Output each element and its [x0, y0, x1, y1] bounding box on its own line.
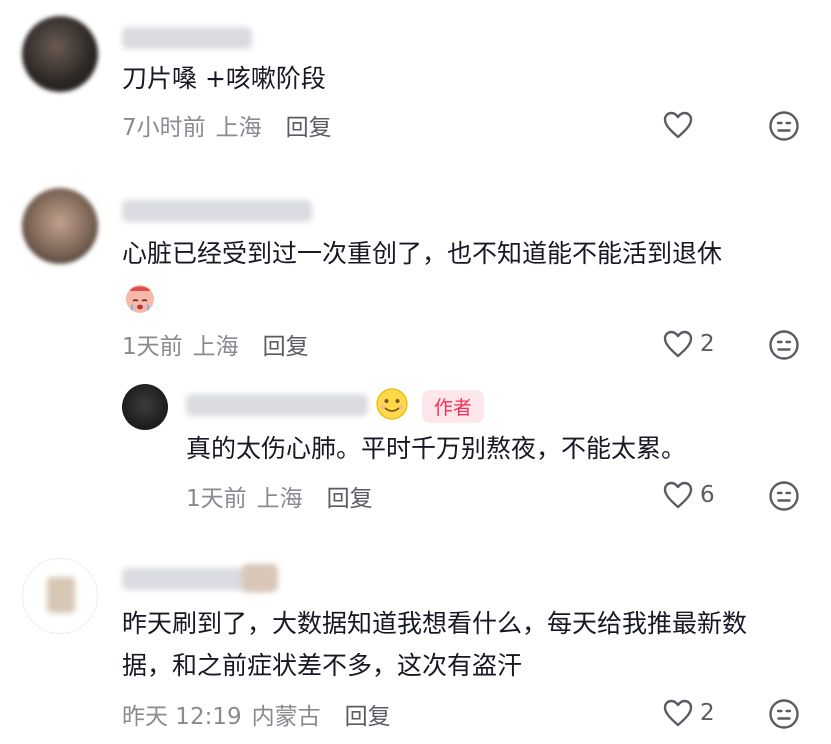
crying-face-emoji — [122, 280, 158, 320]
heart-outline-icon — [662, 480, 694, 510]
like-button[interactable]: 6 — [662, 480, 715, 510]
comment-location: 内蒙古 — [251, 704, 321, 730]
meh-face-icon[interactable] — [768, 329, 800, 361]
username[interactable] — [122, 27, 252, 49]
username[interactable] — [186, 394, 368, 416]
reply-meta: 1天前 上海 回复 — [186, 479, 373, 513]
reply-text: 真的太伤心肺。平时千万别熬夜，不能太累。 — [186, 434, 687, 463]
meh-face-icon[interactable] — [768, 698, 800, 730]
like-button[interactable]: 2 — [662, 698, 715, 728]
paw-icon — [242, 564, 278, 592]
like-button[interactable]: 2 — [662, 329, 715, 359]
comment-location: 上海 — [215, 115, 262, 141]
meh-face-icon[interactable] — [768, 480, 800, 512]
avatar[interactable] — [122, 384, 168, 430]
smiley-emoji — [374, 386, 410, 426]
comment-meta: 7小时前 上海 回复 — [122, 108, 332, 142]
reply-button[interactable]: 回复 — [286, 108, 332, 142]
comment-meta: 1天前 上海 回复 — [122, 327, 309, 361]
comment-time: 1天前 — [122, 334, 183, 360]
username[interactable] — [122, 200, 312, 222]
comment-time: 昨天 12:19 — [122, 704, 242, 730]
like-count: 2 — [700, 331, 715, 357]
avatar[interactable] — [22, 188, 98, 264]
reply-button[interactable]: 回复 — [345, 697, 391, 731]
avatar[interactable] — [22, 16, 98, 92]
like-button[interactable] — [662, 110, 694, 140]
comment-text: 昨天刷到了，大数据知道我想看什么，每天给我推最新数 — [122, 609, 748, 638]
heart-outline-icon — [662, 329, 694, 359]
reply-button[interactable]: 回复 — [327, 479, 373, 513]
reply-location: 上海 — [256, 486, 303, 512]
author-badge: 作者 — [422, 390, 485, 423]
reply-time: 1天前 — [186, 486, 247, 512]
comment-meta: 昨天 12:19 内蒙古 回复 — [122, 697, 391, 731]
comment-location: 上海 — [192, 334, 239, 360]
comment-text: 刀片嗓 +咳嗽阶段 — [122, 64, 326, 93]
like-count: 6 — [700, 482, 715, 508]
heart-outline-icon — [662, 110, 694, 140]
heart-outline-icon — [662, 698, 694, 728]
comment-time: 7小时前 — [122, 115, 206, 141]
comment-text: 心脏已经受到过一次重创了，也不知道能不能活到退休 — [122, 239, 723, 268]
reply-button[interactable]: 回复 — [263, 327, 309, 361]
like-count: 2 — [700, 700, 715, 726]
comment-text-line2: 据，和之前症状差不多，这次有盗汗 — [122, 651, 523, 680]
avatar[interactable] — [22, 558, 98, 634]
meh-face-icon[interactable] — [768, 110, 800, 142]
